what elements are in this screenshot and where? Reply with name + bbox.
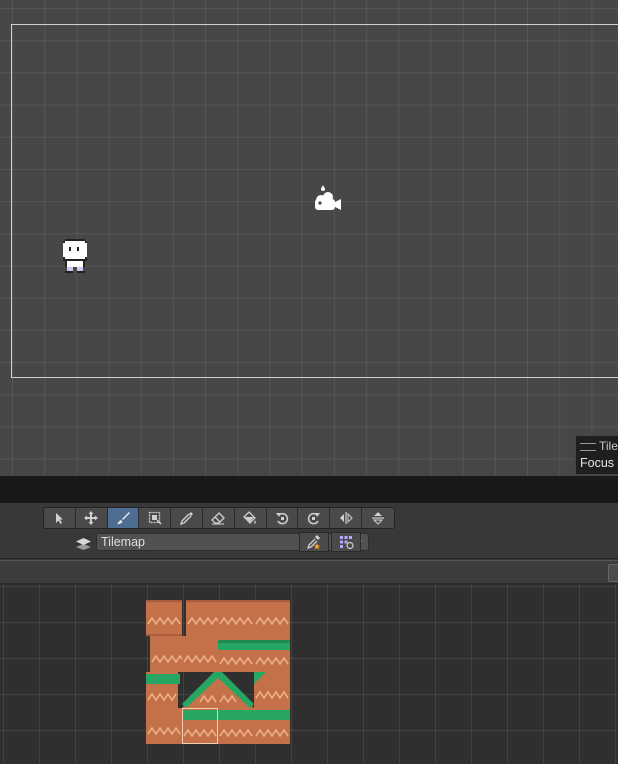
dirt-tile[interactable] — [146, 600, 182, 636]
paintbrush-icon — [116, 512, 130, 525]
dirt-tile[interactable] — [254, 600, 290, 636]
tile-grid-icon — [340, 536, 354, 550]
focus-label[interactable]: Focus — [580, 456, 614, 470]
eyedropper-star-icon — [306, 535, 321, 550]
active-tilemap-value: Tilemap — [101, 535, 145, 549]
flip-horizontal-icon — [339, 512, 353, 524]
erase-tool-button[interactable] — [202, 508, 235, 528]
pick-tool-button[interactable] — [171, 508, 203, 528]
dirt-tile[interactable] — [146, 708, 182, 744]
camera-gizmo-icon[interactable] — [311, 185, 343, 215]
dirt-tile[interactable] — [218, 600, 254, 636]
rotate-right-icon — [307, 512, 320, 525]
layers-icon — [76, 538, 91, 550]
flip-vertical-icon — [371, 512, 384, 525]
dirt-tile[interactable] — [182, 636, 218, 672]
grass-slope-left-tile[interactable] — [182, 672, 218, 708]
select-tool-button[interactable] — [44, 508, 76, 528]
paint-bucket-icon — [243, 511, 257, 524]
tile-palette-grid[interactable] — [0, 584, 618, 764]
grass-slope-bottom-tile[interactable] — [182, 708, 218, 744]
dirt-tile[interactable] — [150, 636, 186, 672]
rotate-left-icon — [275, 512, 289, 525]
palette-separator — [0, 558, 618, 559]
move-tool-button[interactable] — [75, 508, 108, 528]
palette-options-button[interactable] — [608, 564, 618, 582]
rotate-cw-tool-button[interactable] — [298, 508, 331, 528]
flip-y-tool-button[interactable] — [361, 508, 394, 528]
dirt-corner-tile[interactable] — [254, 672, 290, 708]
eraser-icon — [211, 512, 226, 525]
box-fill-icon — [148, 511, 162, 525]
grass-edge-tile[interactable] — [146, 672, 182, 708]
eyedropper-icon — [179, 512, 193, 525]
tile-palette-panel: Tilemap — [0, 503, 618, 764]
rotate-ccw-tool-button[interactable] — [266, 508, 299, 528]
overlay-title-label: Tile — [599, 439, 618, 453]
drag-handle-icon[interactable] — [580, 442, 596, 451]
flip-x-tool-button[interactable] — [330, 508, 362, 528]
palette-header-strip — [0, 561, 618, 584]
grass-top-tile[interactable] — [218, 708, 254, 744]
flood-fill-tool-button[interactable] — [234, 508, 267, 528]
grass-top-tile[interactable] — [254, 636, 290, 672]
grid-selection-button[interactable] — [331, 532, 361, 552]
arrow-pointer-icon — [56, 513, 64, 524]
scene-view[interactable]: Tile Focus — [0, 0, 618, 476]
dirt-tile[interactable] — [186, 600, 222, 636]
grass-top-tile[interactable] — [254, 708, 290, 744]
tile-palette-toolbar — [43, 507, 395, 529]
grass-top-tile[interactable] — [218, 636, 254, 672]
panel-divider — [0, 476, 618, 503]
overlay-title[interactable]: Tile — [580, 439, 618, 453]
grass-slope-right-tile[interactable] — [218, 672, 254, 708]
tile-picker-settings-button[interactable] — [299, 532, 329, 552]
box-fill-tool-button[interactable] — [139, 508, 172, 528]
paint-tool-button[interactable] — [107, 508, 140, 528]
tile-overlay-panel[interactable]: Tile Focus — [575, 435, 618, 475]
player-sprite[interactable] — [61, 239, 89, 273]
move-arrows-icon — [84, 511, 99, 525]
